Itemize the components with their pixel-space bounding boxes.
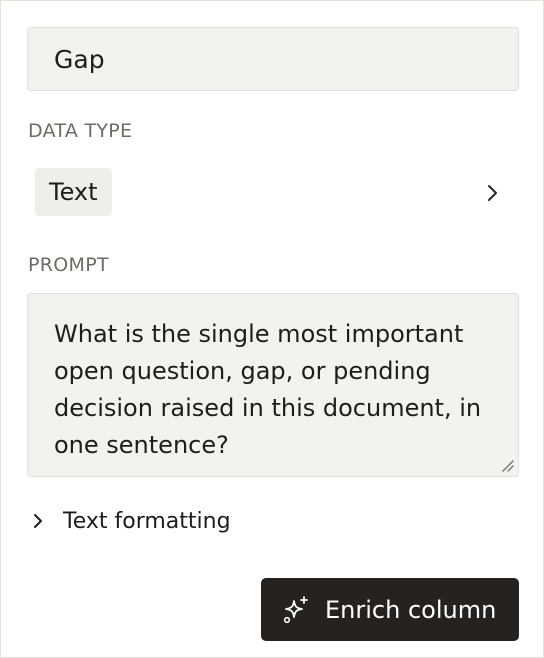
enrich-column-panel: DATA TYPE Text PROMPT What is the single… xyxy=(0,0,544,658)
prompt-label: PROMPT xyxy=(28,254,109,276)
prompt-textarea[interactable]: What is the single most important open q… xyxy=(27,293,519,477)
column-name-input[interactable] xyxy=(27,27,519,91)
chevron-right-icon xyxy=(488,185,497,201)
prompt-text: What is the single most important open q… xyxy=(54,320,482,459)
sparkles-icon xyxy=(283,595,308,623)
enrich-column-label: Enrich column xyxy=(325,595,497,624)
text-formatting-label: Text formatting xyxy=(63,508,231,534)
data-type-label: DATA TYPE xyxy=(28,120,133,142)
chevron-right-icon xyxy=(34,514,42,528)
data-type-value: Text xyxy=(35,168,112,216)
resize-grip-icon[interactable] xyxy=(500,458,514,472)
enrich-column-button[interactable]: Enrich column xyxy=(261,578,519,641)
data-type-selector[interactable]: Text xyxy=(27,165,519,221)
text-formatting-toggle[interactable]: Text formatting xyxy=(31,504,231,538)
